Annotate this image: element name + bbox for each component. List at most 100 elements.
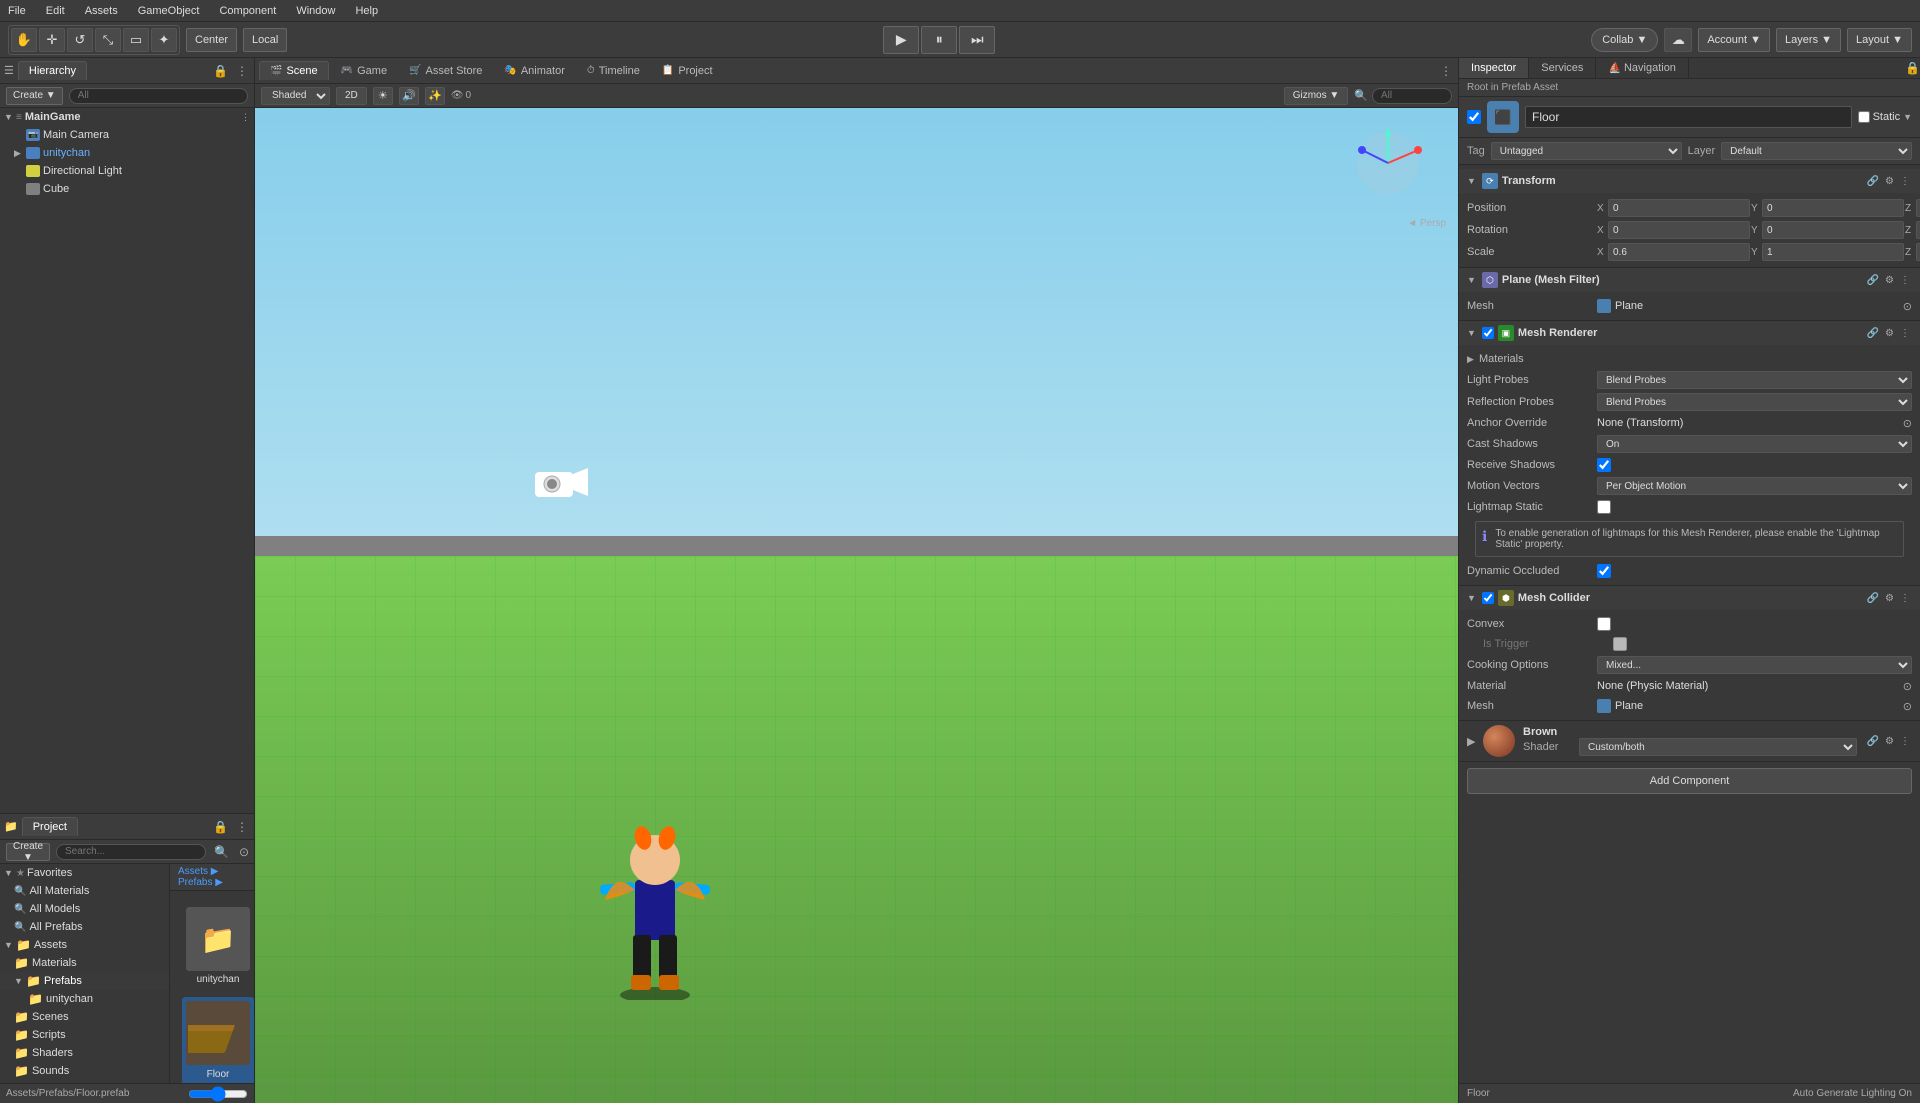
inspector-tab[interactable]: Inspector bbox=[1459, 58, 1529, 78]
asset-floor[interactable]: Floor bbox=[182, 997, 254, 1083]
asset-unitychan[interactable]: 📁 unitychan bbox=[182, 903, 254, 989]
mesh-collider-link-btn[interactable]: 🔗 bbox=[1865, 592, 1881, 605]
transform-header[interactable]: ▼ ⟳ Transform 🔗 ⚙ ⋮ bbox=[1459, 169, 1920, 193]
material-settings-btn[interactable]: ⚙ bbox=[1883, 735, 1896, 748]
rect-tool[interactable]: ▭ bbox=[123, 28, 149, 52]
pos-x-input[interactable] bbox=[1608, 199, 1750, 217]
menu-component[interactable]: Component bbox=[215, 5, 280, 17]
pos-z-input[interactable] bbox=[1916, 199, 1920, 217]
tab-game[interactable]: 🎮 Game bbox=[331, 62, 397, 80]
project-lock-btn[interactable]: 🔒 bbox=[211, 818, 230, 836]
cooking-options-select[interactable]: Mixed... bbox=[1597, 656, 1912, 674]
project-filter-btn[interactable]: ⊙ bbox=[237, 843, 251, 861]
center-button[interactable]: Center bbox=[186, 28, 237, 52]
mesh-filter-menu-btn[interactable]: ⋮ bbox=[1898, 274, 1912, 287]
asset-size-slider[interactable] bbox=[188, 1089, 248, 1099]
shader-select[interactable]: Custom/both bbox=[1579, 738, 1857, 756]
menu-assets[interactable]: Assets bbox=[81, 5, 122, 17]
mesh-renderer-header[interactable]: ▼ ▣ Mesh Renderer 🔗 ⚙ ⋮ bbox=[1459, 321, 1920, 345]
material-link-btn[interactable]: 🔗 bbox=[1865, 735, 1881, 748]
mesh-collider-header[interactable]: ▼ ⬢ Mesh Collider 🔗 ⚙ ⋮ bbox=[1459, 586, 1920, 610]
static-checkbox[interactable] bbox=[1858, 111, 1870, 123]
tab-asset-store[interactable]: 🛒 Asset Store bbox=[399, 62, 492, 80]
scale-y-input[interactable] bbox=[1762, 243, 1904, 261]
scale-tool[interactable]: ⤡ bbox=[95, 28, 121, 52]
rot-z-input[interactable] bbox=[1916, 221, 1920, 239]
mesh-select-btn[interactable]: ⊙ bbox=[1903, 300, 1912, 313]
materials-folder-item[interactable]: 📁 Materials bbox=[0, 954, 169, 972]
mesh-renderer-link-btn[interactable]: 🔗 bbox=[1865, 327, 1881, 340]
hierarchy-item-directionallight[interactable]: Directional Light bbox=[0, 162, 254, 180]
project-menu-btn[interactable]: ⋮ bbox=[234, 818, 250, 836]
tab-timeline[interactable]: ⏱ Timeline bbox=[577, 62, 650, 80]
layers-button[interactable]: Layers ▼ bbox=[1776, 28, 1841, 52]
hierarchy-item-maingame[interactable]: ▼ ≡ MainGame ⋮ bbox=[0, 108, 254, 126]
local-button[interactable]: Local bbox=[243, 28, 287, 52]
hierarchy-tab[interactable]: Hierarchy bbox=[18, 61, 87, 80]
mesh-renderer-menu-btn[interactable]: ⋮ bbox=[1898, 327, 1912, 340]
pos-y-input[interactable] bbox=[1762, 199, 1904, 217]
prefabs-folder-item[interactable]: ▼ 📁 Prefabs bbox=[0, 972, 169, 990]
is-trigger-checkbox[interactable] bbox=[1613, 637, 1627, 651]
gizmos-button[interactable]: Gizmos ▼ bbox=[1284, 87, 1349, 105]
motion-vectors-select[interactable]: Per Object Motion bbox=[1597, 477, 1912, 495]
scripts-folder-item[interactable]: 📁 Scripts bbox=[0, 1026, 169, 1044]
scenes-folder-item[interactable]: 📁 Scenes bbox=[0, 1008, 169, 1026]
rot-x-input[interactable] bbox=[1608, 221, 1750, 239]
static-dropdown-arrow[interactable]: ▼ bbox=[1903, 112, 1912, 122]
tab-scene[interactable]: 🎬 Scene bbox=[259, 61, 329, 80]
materials-row[interactable]: ▶ Materials bbox=[1467, 349, 1912, 369]
menu-window[interactable]: Window bbox=[292, 5, 339, 17]
mesh-filter-link-btn[interactable]: 🔗 bbox=[1865, 274, 1881, 287]
project-create-btn[interactable]: Create ▼ bbox=[6, 843, 50, 861]
mesh-filter-header[interactable]: ▼ ⬡ Plane (Mesh Filter) 🔗 ⚙ ⋮ bbox=[1459, 268, 1920, 292]
convex-checkbox[interactable] bbox=[1597, 617, 1611, 631]
maingame-action-btn[interactable]: ⋮ bbox=[241, 112, 250, 123]
material-menu-btn[interactable]: ⋮ bbox=[1898, 735, 1912, 748]
audio-btn[interactable]: 🔊 bbox=[399, 87, 419, 105]
menu-edit[interactable]: Edit bbox=[42, 5, 69, 17]
rotate-tool[interactable]: ↺ bbox=[67, 28, 93, 52]
reflection-probes-select[interactable]: Blend Probes bbox=[1597, 393, 1912, 411]
mesh-collider-settings-btn[interactable]: ⚙ bbox=[1883, 592, 1896, 605]
2d-button[interactable]: 2D bbox=[336, 87, 367, 105]
mesh-renderer-settings-btn[interactable]: ⚙ bbox=[1883, 327, 1896, 340]
transform-tool[interactable]: ✦ bbox=[151, 28, 177, 52]
material-collapse-arrow[interactable]: ▶ bbox=[1467, 735, 1475, 748]
lightmap-static-checkbox[interactable] bbox=[1597, 500, 1611, 514]
scene-search-input[interactable] bbox=[1372, 88, 1452, 104]
scene-tab-lock[interactable]: ⋮ bbox=[1438, 62, 1454, 80]
collider-material-select-btn[interactable]: ⊙ bbox=[1903, 680, 1912, 693]
scene-viewport[interactable]: ◄ Persp bbox=[255, 108, 1458, 1103]
collider-mesh-select-btn[interactable]: ⊙ bbox=[1903, 700, 1912, 713]
play-button[interactable]: ▶ bbox=[883, 26, 919, 54]
transform-settings-btn[interactable]: ⚙ bbox=[1883, 175, 1896, 188]
all-models-item[interactable]: 🔍 All Models bbox=[0, 900, 169, 918]
all-materials-item[interactable]: 🔍 All Materials bbox=[0, 882, 169, 900]
project-search-btn[interactable]: 🔍 bbox=[212, 843, 231, 861]
all-prefabs-item[interactable]: 🔍 All Prefabs bbox=[0, 918, 169, 936]
transform-link-btn[interactable]: 🔗 bbox=[1865, 175, 1881, 188]
scale-z-input[interactable] bbox=[1916, 243, 1920, 261]
menu-help[interactable]: Help bbox=[351, 5, 382, 17]
cloud-button[interactable]: ☁ bbox=[1664, 28, 1692, 52]
unitychan-folder-item[interactable]: 📁 unitychan bbox=[0, 990, 169, 1008]
step-button[interactable]: ⏭ bbox=[959, 26, 995, 54]
project-search-input[interactable] bbox=[56, 844, 206, 860]
tag-select[interactable]: Untagged bbox=[1491, 142, 1682, 160]
sounds-folder-item[interactable]: 📁 Sounds bbox=[0, 1062, 169, 1080]
hierarchy-lock-btn[interactable]: 🔒 bbox=[211, 62, 230, 80]
hierarchy-item-maincamera[interactable]: 📷 Main Camera bbox=[0, 126, 254, 144]
account-button[interactable]: Account ▼ bbox=[1698, 28, 1770, 52]
mesh-filter-settings-btn[interactable]: ⚙ bbox=[1883, 274, 1896, 287]
tab-animator[interactable]: 🎭 Animator bbox=[494, 62, 574, 80]
tab-project[interactable]: 📋 Project bbox=[652, 62, 723, 80]
lighting-btn[interactable]: ☀ bbox=[373, 87, 393, 105]
shading-dropdown[interactable]: Shaded bbox=[261, 87, 330, 105]
hierarchy-menu-btn[interactable]: ⋮ bbox=[234, 62, 250, 80]
mesh-renderer-enabled-checkbox[interactable] bbox=[1482, 327, 1494, 339]
navigation-tab[interactable]: ⛵ Navigation bbox=[1596, 58, 1689, 78]
layout-button[interactable]: Layout ▼ bbox=[1847, 28, 1912, 52]
layer-select[interactable]: Default bbox=[1721, 142, 1912, 160]
dynamic-occluded-checkbox[interactable] bbox=[1597, 564, 1611, 578]
